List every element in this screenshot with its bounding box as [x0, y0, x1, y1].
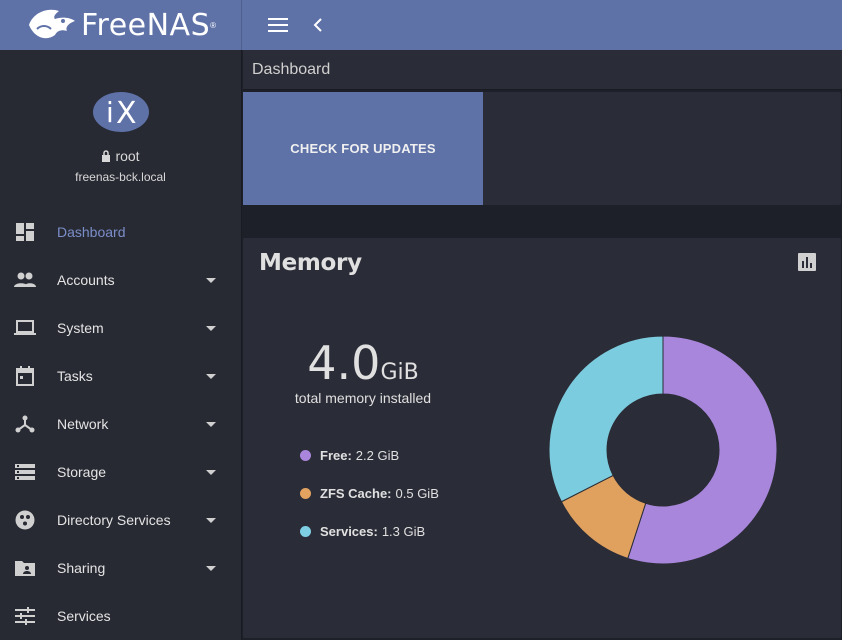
sidebar-item-directory-services[interactable]: Directory Services	[0, 496, 241, 544]
brand-trademark: ®	[210, 20, 217, 30]
legend-item-zfs-cache: ZFS Cache: 0.5 GiB	[300, 474, 439, 512]
chevron-down-icon	[206, 422, 216, 427]
memory-title: Memory	[259, 250, 362, 276]
dashboard-icon	[14, 221, 36, 243]
sidebar-item-label: Sharing	[57, 560, 106, 576]
total-memory: 4.0GiB	[263, 336, 463, 390]
chevron-down-icon	[206, 326, 216, 331]
sidebar-item-storage[interactable]: Storage	[0, 448, 241, 496]
sidebar-item-label: Directory Services	[57, 512, 171, 528]
svg-text:i: i	[106, 96, 114, 129]
top-bar: FreeNAS ®	[0, 0, 842, 50]
menu-toggle-button[interactable]	[266, 13, 290, 37]
legend-value: 2.2 GiB	[355, 447, 400, 463]
memory-donut-chart	[548, 335, 778, 565]
memory-legend: Free: 2.2 GiB ZFS Cache: 0.5 GiB Service…	[300, 436, 439, 550]
legend-name: ZFS Cache:	[320, 485, 392, 501]
legend-item-services: Services: 1.3 GiB	[300, 512, 439, 550]
lock-icon	[102, 150, 111, 162]
svg-text:X: X	[116, 96, 137, 131]
sidebar-item-system[interactable]: System	[0, 304, 241, 352]
total-memory-value: 4.0	[307, 336, 381, 390]
tune-icon	[14, 605, 36, 627]
update-card: CHECK FOR UPDATES	[243, 92, 841, 205]
chevron-down-icon	[206, 278, 216, 283]
chevron-down-icon	[206, 566, 216, 571]
bar-chart-icon	[798, 253, 816, 271]
sidebar-item-services[interactable]: Services	[0, 592, 241, 640]
legend-item-free: Free: 2.2 GiB	[300, 436, 439, 474]
sidebar-item-label: Services	[57, 608, 111, 624]
collapse-sidebar-button[interactable]	[306, 13, 330, 37]
chevron-down-icon	[206, 374, 216, 379]
folder-shared-icon	[14, 557, 36, 579]
user-profile: i X root freenas-bck.local	[0, 50, 241, 208]
chevron-left-icon	[313, 18, 322, 32]
people-icon	[14, 269, 36, 291]
chart-toggle-button[interactable]	[797, 252, 817, 272]
freenas-fish-icon	[28, 9, 75, 39]
legend-name: Free:	[320, 447, 352, 463]
legend-value: 1.3 GiB	[381, 523, 426, 539]
sidebar-item-sharing[interactable]: Sharing	[0, 544, 241, 592]
ix-logo-icon: i X	[92, 92, 149, 132]
chevron-down-icon	[206, 470, 216, 475]
page-title: Dashboard	[252, 60, 331, 78]
sidebar-item-tasks[interactable]: Tasks	[0, 352, 241, 400]
breadcrumb: Dashboard	[243, 50, 842, 90]
laptop-icon	[14, 317, 36, 339]
sidebar: i X root freenas-bck.local Dashboard Acc…	[0, 50, 242, 640]
calendar-icon	[14, 365, 36, 387]
check-for-updates-button[interactable]: CHECK FOR UPDATES	[243, 92, 483, 205]
username: root	[115, 148, 140, 164]
legend-dot	[300, 487, 311, 499]
hamburger-icon	[268, 18, 288, 32]
sidebar-nav: Dashboard Accounts System Tasks Network …	[0, 208, 241, 640]
memory-widget: Memory 4.0GiB total memory installed Fre…	[243, 238, 841, 638]
user-line: root	[101, 148, 140, 164]
legend-value: 0.5 GiB	[395, 485, 439, 501]
sidebar-item-dashboard[interactable]: Dashboard	[0, 208, 241, 256]
sidebar-item-label: Dashboard	[57, 224, 126, 240]
network-icon	[14, 413, 36, 435]
directory-icon	[14, 509, 36, 531]
sidebar-item-label: Storage	[57, 464, 107, 480]
donut-slice-services[interactable]	[548, 335, 664, 503]
storage-icon	[14, 461, 36, 483]
brand-logo[interactable]: FreeNAS ®	[0, 0, 242, 50]
legend-dot	[300, 525, 311, 537]
sidebar-item-label: Network	[57, 416, 109, 432]
sidebar-item-label: Accounts	[57, 272, 115, 288]
sidebar-item-label: System	[57, 320, 104, 336]
brand-name: FreeNAS	[80, 7, 211, 43]
total-memory-caption: total memory installed	[294, 390, 432, 406]
legend-dot	[300, 449, 311, 461]
legend-name: Services:	[320, 523, 378, 539]
sidebar-item-network[interactable]: Network	[0, 400, 241, 448]
sidebar-item-accounts[interactable]: Accounts	[0, 256, 241, 304]
hostname: freenas-bck.local	[75, 170, 166, 184]
total-memory-unit: GiB	[380, 360, 419, 385]
chevron-down-icon	[206, 518, 216, 523]
sidebar-item-label: Tasks	[57, 368, 93, 384]
